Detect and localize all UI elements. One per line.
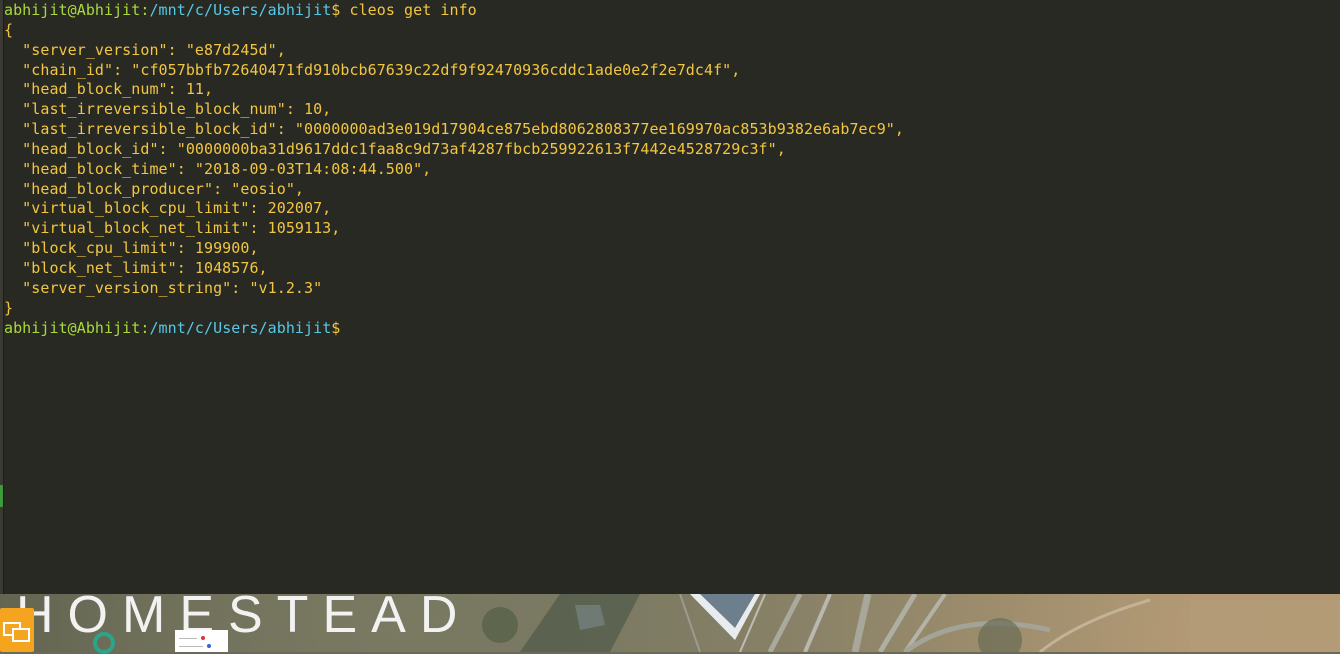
command-text: cleos get info	[340, 1, 477, 19]
window-thumbnail[interactable]	[175, 630, 228, 652]
prompt-path: /mnt/c/Users/abhijit	[149, 1, 332, 19]
terminal-window[interactable]: abhijit@Abhijit:/mnt/c/Users/abhijit$ cl…	[3, 0, 1340, 594]
output-line: "server_version": "e87d245d",	[4, 40, 286, 59]
output-line: "block_cpu_limit": 199900,	[4, 239, 259, 258]
wallpaper-title: HOMESTEAD	[16, 586, 472, 644]
monitor-icon[interactable]	[0, 608, 34, 652]
output-line: "head_block_producer": "eosio",	[4, 179, 304, 198]
output-line: "server_version_string": "v1.2.3"	[4, 278, 323, 297]
prompt-user-host: abhijit@Abhijit	[4, 318, 141, 337]
output-line: "chain_id": "cf057bbfb72640471fd910bcb67…	[4, 60, 741, 79]
current-prompt-line[interactable]: abhijit@Abhijit:/mnt/c/Users/abhijit$	[4, 319, 1340, 339]
prompt-user-host: abhijit@Abhijit	[4, 1, 141, 19]
output-line: "last_irreversible_block_num": 10,	[4, 100, 332, 119]
prompt-symbol: $	[331, 318, 341, 337]
output-line: "virtual_block_net_limit": 1059113,	[4, 219, 341, 238]
prompt-path: /mnt/c/Users/abhijit	[149, 318, 332, 337]
output-line: "head_block_id": "0000000ba31d9617ddc1fa…	[4, 139, 786, 158]
output-line: "last_irreversible_block_id": "0000000ad…	[4, 120, 904, 139]
circle-icon[interactable]	[93, 632, 115, 654]
prompt-line: abhijit@Abhijit:/mnt/c/Users/abhijit$ cl…	[4, 1, 1340, 21]
monitor-icon-screen-front	[12, 628, 30, 642]
output-line: "head_block_time": "2018-09-03T14:08:44.…	[4, 159, 432, 178]
output-line: "virtual_block_cpu_limit": 202007,	[4, 199, 332, 218]
output-line: "block_net_limit": 1048576,	[4, 258, 268, 277]
output-line: "head_block_num": 11,	[4, 80, 214, 99]
output-line: {	[4, 20, 14, 39]
output-line: }	[4, 298, 14, 317]
